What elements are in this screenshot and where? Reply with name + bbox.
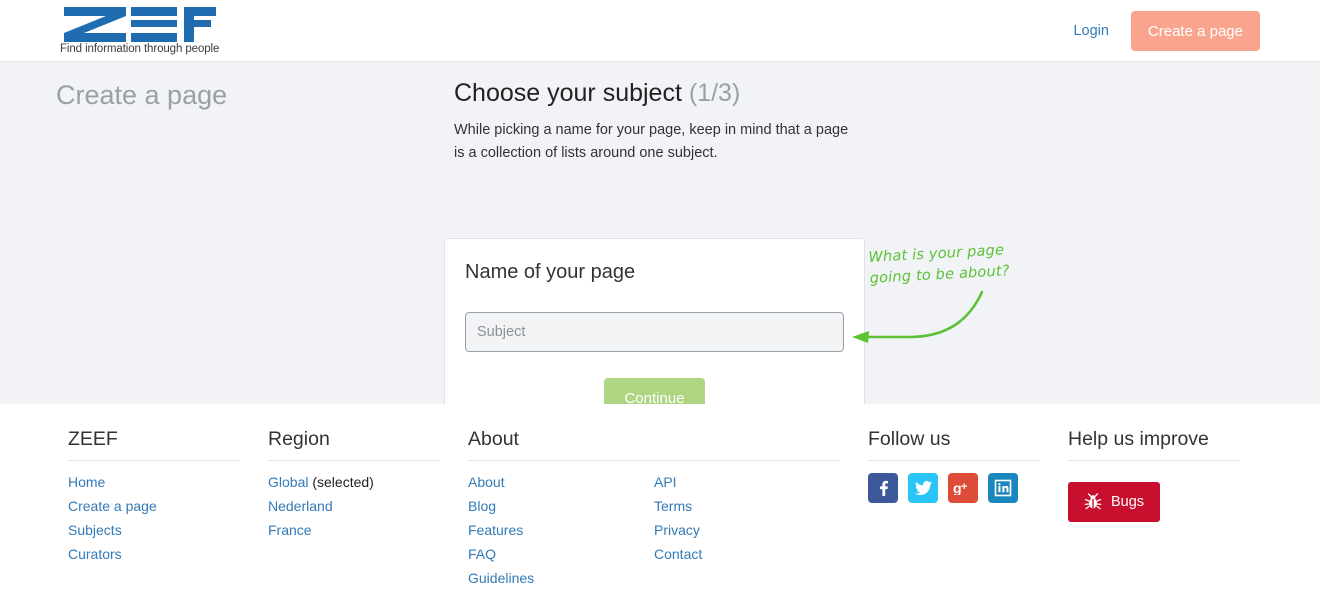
form-card-label: Name of your page (465, 261, 636, 283)
twitter-glyph (914, 481, 932, 495)
google-plus-glyph: g + (953, 481, 967, 495)
facebook-icon[interactable] (868, 473, 898, 503)
footer-link-curators[interactable]: Curators (68, 542, 240, 566)
step-description: While picking a name for your page, keep… (454, 122, 849, 162)
footer-link-blog[interactable]: Blog (468, 494, 654, 518)
bugs-button-label: Bugs (1111, 494, 1145, 510)
site-footer: ZEEF Home Create a page Subjects Curator… (0, 404, 1320, 612)
content-band: Create a page Choose your subject (1/3) … (0, 62, 1320, 445)
facebook-glyph (880, 480, 888, 496)
login-link[interactable]: Login (1073, 23, 1108, 39)
zeef-logo-icon (64, 7, 216, 42)
footer-link-terms[interactable]: Terms (654, 494, 840, 518)
footer-link-global[interactable]: Global (268, 474, 308, 490)
footer-column-zeef: ZEEF Home Create a page Subjects Curator… (68, 428, 240, 566)
step-counter: (1/3) (688, 79, 741, 107)
footer-heading-region: Region (268, 428, 440, 461)
footer-about-left: About Blog Features FAQ Guidelines (468, 470, 654, 590)
site-header: Find information through people Login Cr… (0, 0, 1320, 62)
annotation-text: What is your page going to be about? (868, 242, 1011, 287)
footer-link-privacy[interactable]: Privacy (654, 518, 840, 542)
linkedin-icon[interactable] (988, 473, 1018, 503)
footer-link-nederland[interactable]: Nederland (268, 494, 440, 518)
footer-link-create-a-page[interactable]: Create a page (68, 494, 240, 518)
twitter-icon[interactable] (908, 473, 938, 503)
linkedin-glyph (994, 479, 1012, 497)
footer-link-about[interactable]: About (468, 470, 654, 494)
footer-region-selected-label: (selected) (312, 474, 374, 490)
footer-column-follow-us: Follow us g + (868, 428, 1040, 503)
bugs-button[interactable]: Bugs (1068, 482, 1161, 522)
footer-link-france[interactable]: France (268, 518, 440, 542)
footer-column-help-us-improve: Help us improve Bugs (1068, 428, 1240, 522)
step-section: Choose your subject (1/3) While picking … (454, 78, 874, 166)
footer-link-api[interactable]: API (654, 470, 840, 494)
footer-region-global-row: Global (selected) (268, 470, 440, 494)
footer-link-guidelines[interactable]: Guidelines (468, 566, 654, 590)
footer-heading-zeef: ZEEF (68, 428, 240, 461)
social-links-row: g + (868, 473, 1040, 503)
footer-link-subjects[interactable]: Subjects (68, 518, 240, 542)
step-heading: Choose your subject (1/3) (454, 78, 874, 108)
site-logo[interactable]: Find information through people (60, 4, 220, 55)
footer-link-contact[interactable]: Contact (654, 542, 840, 566)
footer-link-faq[interactable]: FAQ (468, 542, 654, 566)
footer-column-about: About About Blog Features FAQ Guidelines… (468, 428, 840, 590)
step-heading-text: Choose your subject (454, 79, 682, 107)
footer-heading-follow-us: Follow us (868, 428, 1040, 461)
footer-about-right: API Terms Privacy Contact (654, 470, 840, 590)
bug-icon (1084, 493, 1102, 510)
annotation-arrow-icon (852, 290, 984, 343)
create-page-button[interactable]: Create a page (1130, 11, 1260, 51)
handwritten-annotation: What is your page going to be about? (852, 242, 1048, 348)
page-title: Create a page (56, 80, 228, 110)
footer-about-columns: About Blog Features FAQ Guidelines API T… (468, 470, 840, 590)
subject-input[interactable] (465, 312, 844, 352)
footer-heading-about: About (468, 428, 840, 461)
footer-column-region: Region Global (selected) Nederland Franc… (268, 428, 440, 542)
footer-link-home[interactable]: Home (68, 470, 240, 494)
footer-heading-help-us-improve: Help us improve (1068, 428, 1240, 461)
header-actions: Login Create a page (1073, 0, 1320, 62)
logo-tagline: Find information through people (60, 43, 220, 55)
google-plus-icon[interactable]: g + (948, 473, 978, 503)
svg-text:+: + (961, 481, 967, 493)
footer-link-features[interactable]: Features (468, 518, 654, 542)
